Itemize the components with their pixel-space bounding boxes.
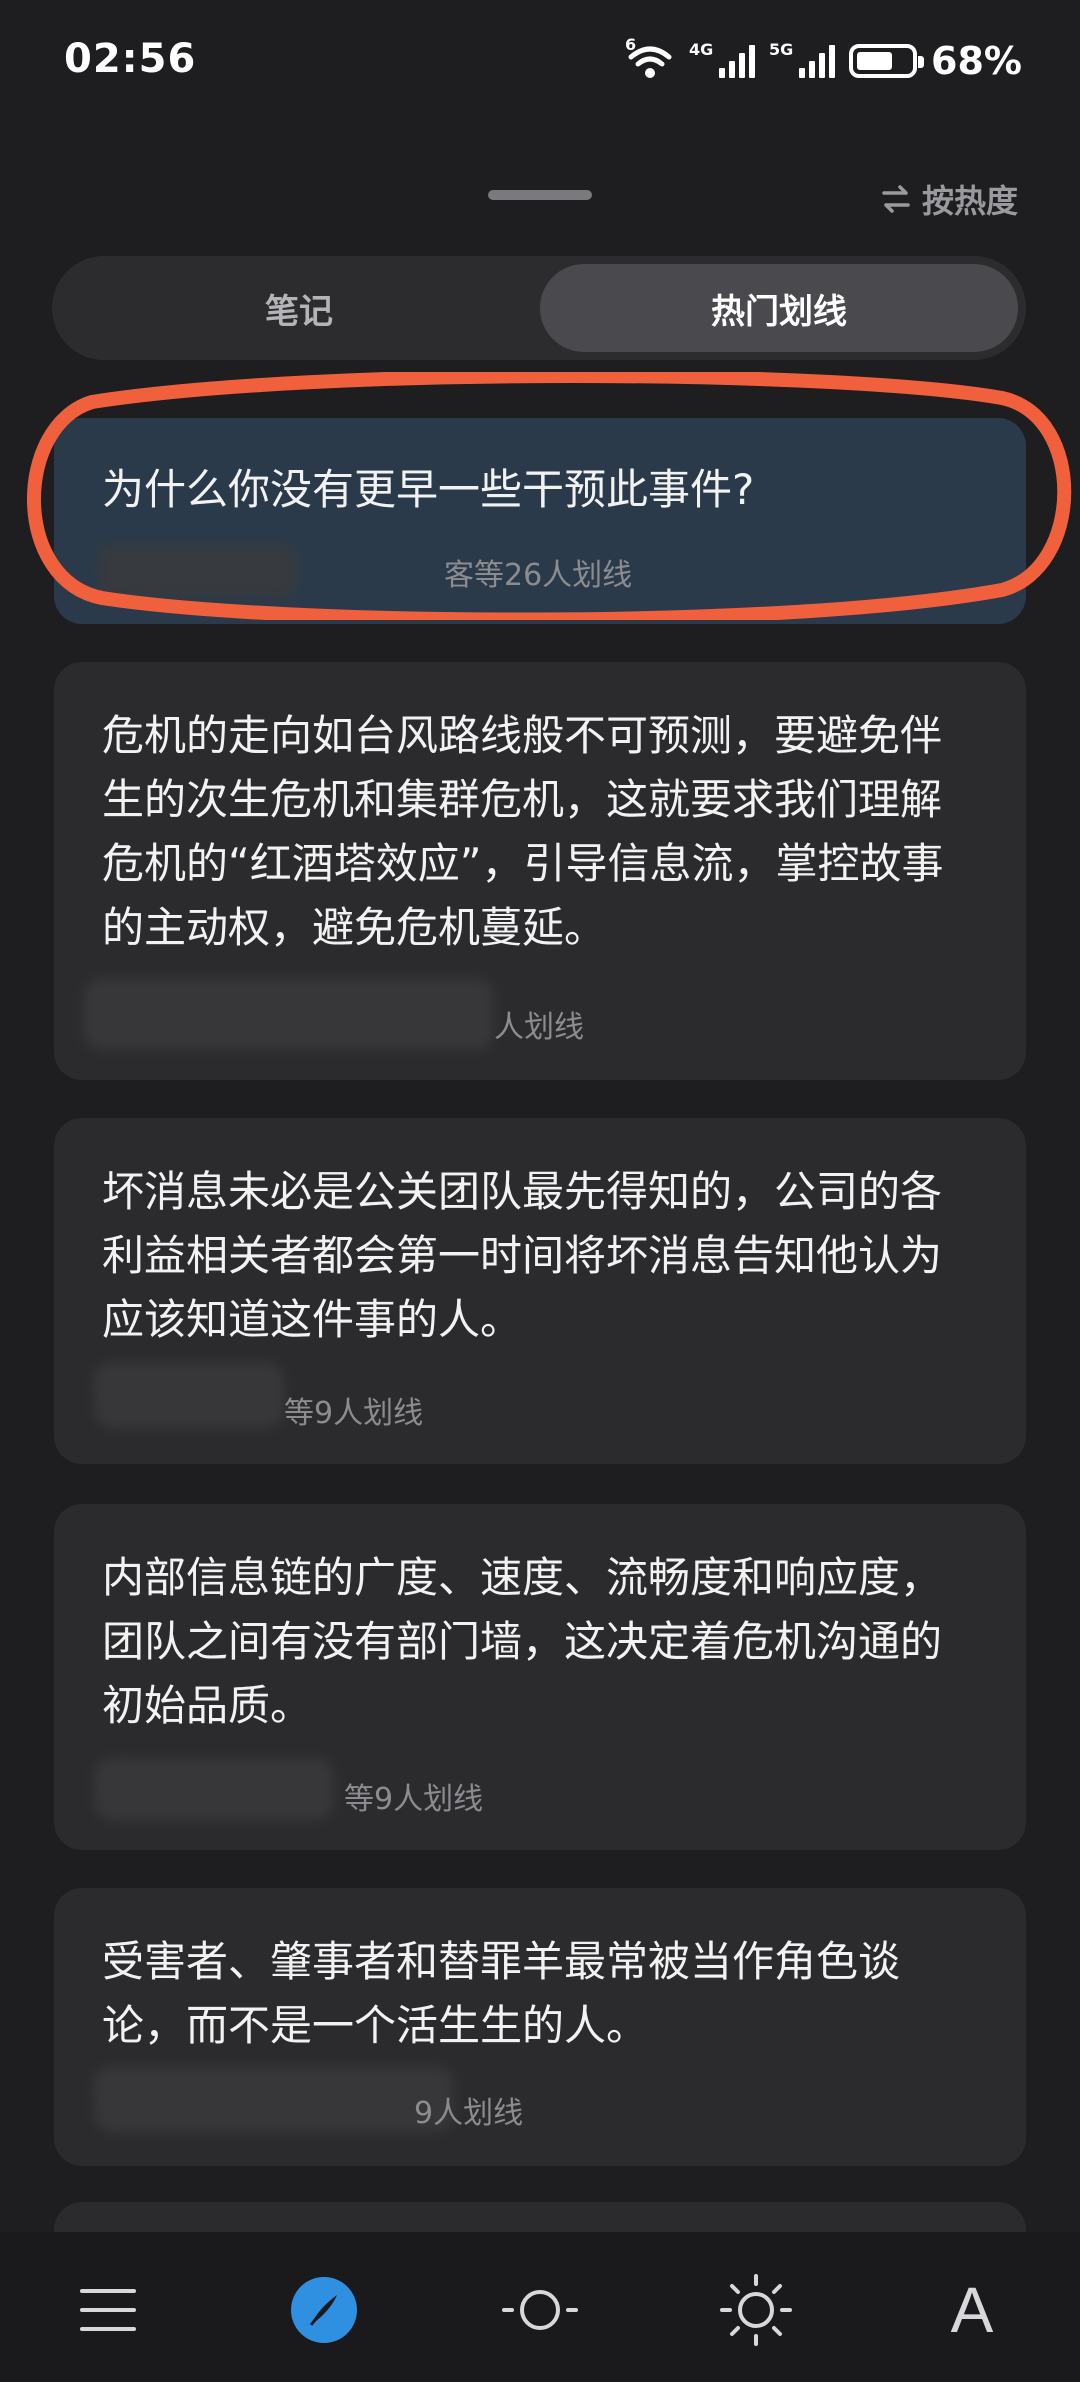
wifi-icon: 6 (625, 35, 675, 81)
screen: 02:56 6 4G 5G 68% 按热度 笔记 热门划线 为什么你没有更早一些… (0, 0, 1080, 2382)
highlight-card[interactable]: 受害者、肇事者和替罪羊最常被当作角色谈论，而不是一个活生生的人。 9人划线 (54, 1888, 1026, 2166)
tab-switcher: 笔记 热门划线 (52, 256, 1026, 360)
highlight-card[interactable]: 危机的走向如台风路线般不可预测，要避免伴生的次生危机和集群危机，这就要求我们理解… (54, 662, 1026, 1080)
avatar-group-blurred (94, 2066, 454, 2132)
avatar-group-blurred (84, 978, 494, 1050)
font-icon: A (950, 2274, 994, 2346)
battery-fill (857, 52, 893, 70)
highlight-count: 等9人划线 (284, 1396, 424, 1431)
brightness-low-icon (502, 2290, 578, 2330)
brightness-high-icon (720, 2274, 792, 2346)
compass-icon (291, 2277, 357, 2343)
drag-handle[interactable] (488, 190, 592, 200)
wifi-label: 6 (625, 35, 637, 54)
swap-icon (882, 185, 910, 213)
status-time: 02:56 (64, 36, 197, 82)
status-icons: 6 4G 5G 68% (625, 35, 1022, 86)
font-settings-button[interactable]: A (922, 2260, 1022, 2360)
menu-button[interactable] (58, 2260, 158, 2360)
sim2-label: 5G (769, 40, 794, 59)
discover-button[interactable] (274, 2260, 374, 2360)
sim2-signal-icon: 5G (769, 40, 836, 78)
highlight-card[interactable]: 坏消息未必是公关团队最先得知的，公司的各利益相关者都会第一时间将坏消息告知他认为… (54, 1118, 1026, 1464)
avatar-group-blurred (94, 1758, 334, 1820)
highlight-text: 危机的走向如台风路线般不可预测，要避免伴生的次生危机和集群危机，这就要求我们理解… (102, 711, 944, 952)
avatar-group-blurred (94, 1362, 284, 1428)
highlight-count: 等9人划线 (344, 1782, 484, 1817)
highlight-text: 受害者、肇事者和替罪羊最常被当作角色谈论，而不是一个活生生的人。 (102, 1937, 901, 2050)
highlight-count: 人划线 (494, 1010, 584, 1045)
highlight-card[interactable]: 内部信息链的广度、速度、流畅度和响应度，团队之间有没有部门墙，这决定着危机沟通的… (54, 1504, 1026, 1850)
bottom-toolbar: A (0, 2232, 1080, 2382)
sim1-label: 4G (689, 40, 714, 59)
brightness-up-button[interactable] (706, 2260, 806, 2360)
sort-button[interactable]: 按热度 (878, 176, 1018, 222)
menu-icon (80, 2289, 136, 2331)
annotation-ellipse (27, 372, 1072, 620)
battery-icon (849, 44, 925, 78)
battery-percent: 68% (931, 39, 1022, 83)
status-bar: 02:56 6 4G 5G 68% (0, 0, 1080, 130)
sim1-signal-icon: 4G (689, 40, 756, 78)
highlight-text: 坏消息未必是公关团队最先得知的，公司的各利益相关者都会第一时间将坏消息告知他认为… (102, 1167, 943, 1344)
tab-notes[interactable]: 笔记 (60, 264, 538, 352)
highlight-count: 9人划线 (414, 2096, 524, 2131)
highlight-text: 内部信息链的广度、速度、流畅度和响应度，团队之间有没有部门墙，这决定着危机沟通的… (102, 1553, 943, 1730)
brightness-down-button[interactable] (490, 2260, 590, 2360)
sort-label: 按热度 (921, 182, 1018, 220)
tab-hot-highlights[interactable]: 热门划线 (540, 264, 1018, 352)
